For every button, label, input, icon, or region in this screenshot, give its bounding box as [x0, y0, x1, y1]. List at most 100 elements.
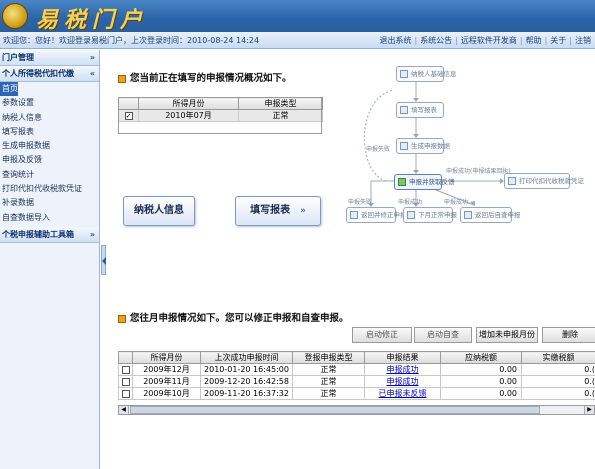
column-header-due: 应纳税额	[440, 351, 522, 364]
table-row[interactable]: 2009年12月 2010-01-20 16:45:00 正常 申报成功 0.0…	[118, 363, 595, 376]
button-label: 纳税人信息	[134, 205, 184, 216]
portal-logo-text: 易税门户	[36, 7, 149, 33]
emblem-icon	[2, 3, 28, 29]
row-checkbox[interactable]: ✓	[124, 111, 133, 120]
flow-node-fill-report: 填写报表	[396, 102, 444, 118]
tax-portal-window: 易税门户 欢迎您：您好！欢迎登录易税门户，上次登录时间：2010-08-24 1…	[0, 0, 595, 469]
calendar-icon	[407, 211, 415, 219]
sidebar-item-import-selfcheck[interactable]: 自查数据导入	[0, 211, 99, 225]
about-link[interactable]: 关于	[550, 36, 566, 45]
section-label: 个税申报辅助工具箱	[2, 229, 74, 239]
cell-month: 2009年10月	[132, 387, 201, 400]
top-status-bar: 欢迎您：您好！欢迎登录易税门户，上次登录时间：2010-08-24 14:24 …	[0, 32, 595, 49]
taxpayer-info-button[interactable]: 纳税人信息	[123, 196, 195, 226]
flow-note-success-receipt: 申报成功(申报结果回执)	[446, 168, 511, 175]
table-row[interactable]: 2009年11月 2009-12-20 16:42:58 正常 申报成功 0.0…	[118, 375, 595, 388]
start-selfcheck-button[interactable]: 启动自查	[414, 327, 472, 343]
cell-month: 2010年07月	[138, 109, 239, 122]
top-links: 退出系统 | 系统公告 | 远程软件开发商 | 帮助 | 关于 | 注销	[379, 36, 591, 45]
flow-node-submit: 申报并获取反馈	[394, 174, 455, 190]
cell-paid: 0.(	[521, 387, 595, 400]
flow-note-success: 申报成功	[398, 199, 423, 206]
table-row[interactable]: 2009年10月 2009-11-20 16:37:32 正常 已申报未反馈 0…	[118, 387, 595, 400]
cell-type: 正常	[238, 109, 323, 122]
current-section-title: 您当前正在填写的申报情况概况如下。	[118, 70, 292, 84]
printer-icon	[508, 177, 516, 185]
sidebar-item-query-stats[interactable]: 查询统计	[0, 168, 99, 182]
sidebar-item-home[interactable]: 首页	[0, 82, 18, 97]
fill-report-button[interactable]: 填写报表 »	[235, 196, 321, 226]
row-checkbox[interactable]	[121, 365, 130, 374]
node-label: 纳税人基础信息	[411, 69, 457, 78]
section-label: 门户管理	[2, 53, 34, 62]
cell-paid: 0.(	[521, 375, 595, 388]
result-link[interactable]: 已申报未反馈	[379, 389, 427, 398]
node-label: 返回并修正申报	[361, 210, 407, 219]
sidebar-item-fill-report[interactable]: 填写报表	[0, 125, 99, 139]
cell-type: 正常	[292, 375, 365, 388]
delete-button[interactable]: 删除	[542, 327, 595, 343]
scrollbar-thumb[interactable]	[130, 406, 540, 414]
sidebar-section-portal-admin[interactable]: 门户管理 »	[0, 50, 99, 66]
sidebar-item-submit-feedback[interactable]: 申报及反馈	[0, 153, 99, 167]
column-header-type: 申报类型	[238, 97, 323, 110]
sidebar-section-withholding[interactable]: 个人所得税代扣代缴 «	[0, 66, 99, 82]
database-icon	[400, 142, 408, 150]
signout-link[interactable]: 注销	[575, 36, 591, 45]
cell-month: 2009年11月	[132, 375, 201, 388]
edit-icon	[350, 211, 358, 219]
flow-note-success-2: 申报成功	[444, 199, 469, 206]
button-label: 填写报表	[250, 205, 291, 216]
scroll-right-icon[interactable]: ▶	[584, 406, 594, 414]
result-link[interactable]: 申报成功	[387, 365, 419, 374]
scroll-left-icon[interactable]: ◀	[119, 406, 129, 414]
help-link[interactable]: 帮助	[526, 36, 542, 45]
sidebar-section-tools[interactable]: 个税申报辅助工具箱 »	[0, 226, 99, 243]
add-month-button[interactable]: 增加未申报月份	[476, 327, 538, 343]
sidebar-item-taxpayer-info[interactable]: 纳税人信息	[0, 111, 99, 125]
cell-month: 2009年12月	[132, 363, 201, 376]
main-content: 您当前正在填写的申报情况概况如下。 所得月份 申报类型 ✓ 2010年07月 正…	[108, 50, 595, 469]
node-label: 打印代扣代收税款凭证	[519, 176, 584, 185]
announcement-link[interactable]: 系统公告	[420, 36, 452, 45]
start-correction-button[interactable]: 启动修正	[352, 327, 412, 343]
column-header-result: 申报结果	[364, 351, 441, 364]
flow-node-taxpayer-basic: 纳税人基础信息	[396, 66, 457, 82]
chevron-right-icon: »	[89, 53, 95, 62]
history-table: 所得月份 上次成功申报时间 登报申报类型 申报结果 应纳税额 实缴税额 2009…	[118, 351, 595, 400]
flow-node-correct: 返回并修正申报	[346, 207, 407, 223]
section-bullet-icon	[118, 74, 126, 83]
logout-link[interactable]: 退出系统	[379, 36, 411, 45]
sidebar-item-supplement-data[interactable]: 补录数据	[0, 196, 99, 210]
sidebar-collapse-handle[interactable]	[101, 245, 106, 275]
result-link[interactable]: 申报成功	[387, 377, 419, 386]
table-row[interactable]: ✓ 2010年07月 正常	[118, 109, 323, 122]
cell-time: 2009-12-20 16:42:58	[200, 375, 293, 388]
flow-node-generate-data: 生成申报数据	[396, 138, 450, 154]
cell-time: 2010-01-20 16:45:00	[200, 363, 293, 376]
row-checkbox[interactable]	[121, 389, 130, 398]
node-label: 返回后自查申报	[475, 210, 521, 219]
node-label: 填写报表	[411, 105, 437, 114]
flow-node-next-month: 下月正常申报	[403, 207, 457, 223]
node-label: 生成申报数据	[411, 141, 450, 150]
sidebar-item-print-voucher[interactable]: 打印代扣代收税款凭证	[0, 182, 99, 196]
cell-due: 0.00	[440, 375, 522, 388]
row-checkbox[interactable]	[121, 377, 130, 386]
cell-paid: 0.(	[521, 363, 595, 376]
cell-type: 正常	[292, 363, 365, 376]
node-label: 下月正常申报	[418, 210, 457, 219]
checkbox-header	[118, 97, 139, 110]
flow-node-selfcheck: 返回后自查申报	[460, 207, 521, 223]
welcome-text: 欢迎您：您好！欢迎登录易税门户，上次登录时间：2010-08-24 14:24	[3, 36, 260, 45]
horizontal-scrollbar[interactable]: ◀ ▶	[118, 405, 595, 415]
chevron-up-icon: «	[89, 69, 95, 78]
checkbox-header	[118, 351, 133, 364]
sidebar-item-generate-data[interactable]: 生成申报数据	[0, 139, 99, 153]
header-banner: 易税门户	[0, 0, 595, 33]
history-section-title: 您往月申报情况如下。您可以修正申报和自查申报。	[118, 310, 349, 324]
cell-due: 0.00	[440, 387, 522, 400]
sidebar-item-settings[interactable]: 参数设置	[0, 96, 99, 110]
developer-link[interactable]: 远程软件开发商	[461, 36, 517, 45]
cell-due: 0.00	[440, 363, 522, 376]
